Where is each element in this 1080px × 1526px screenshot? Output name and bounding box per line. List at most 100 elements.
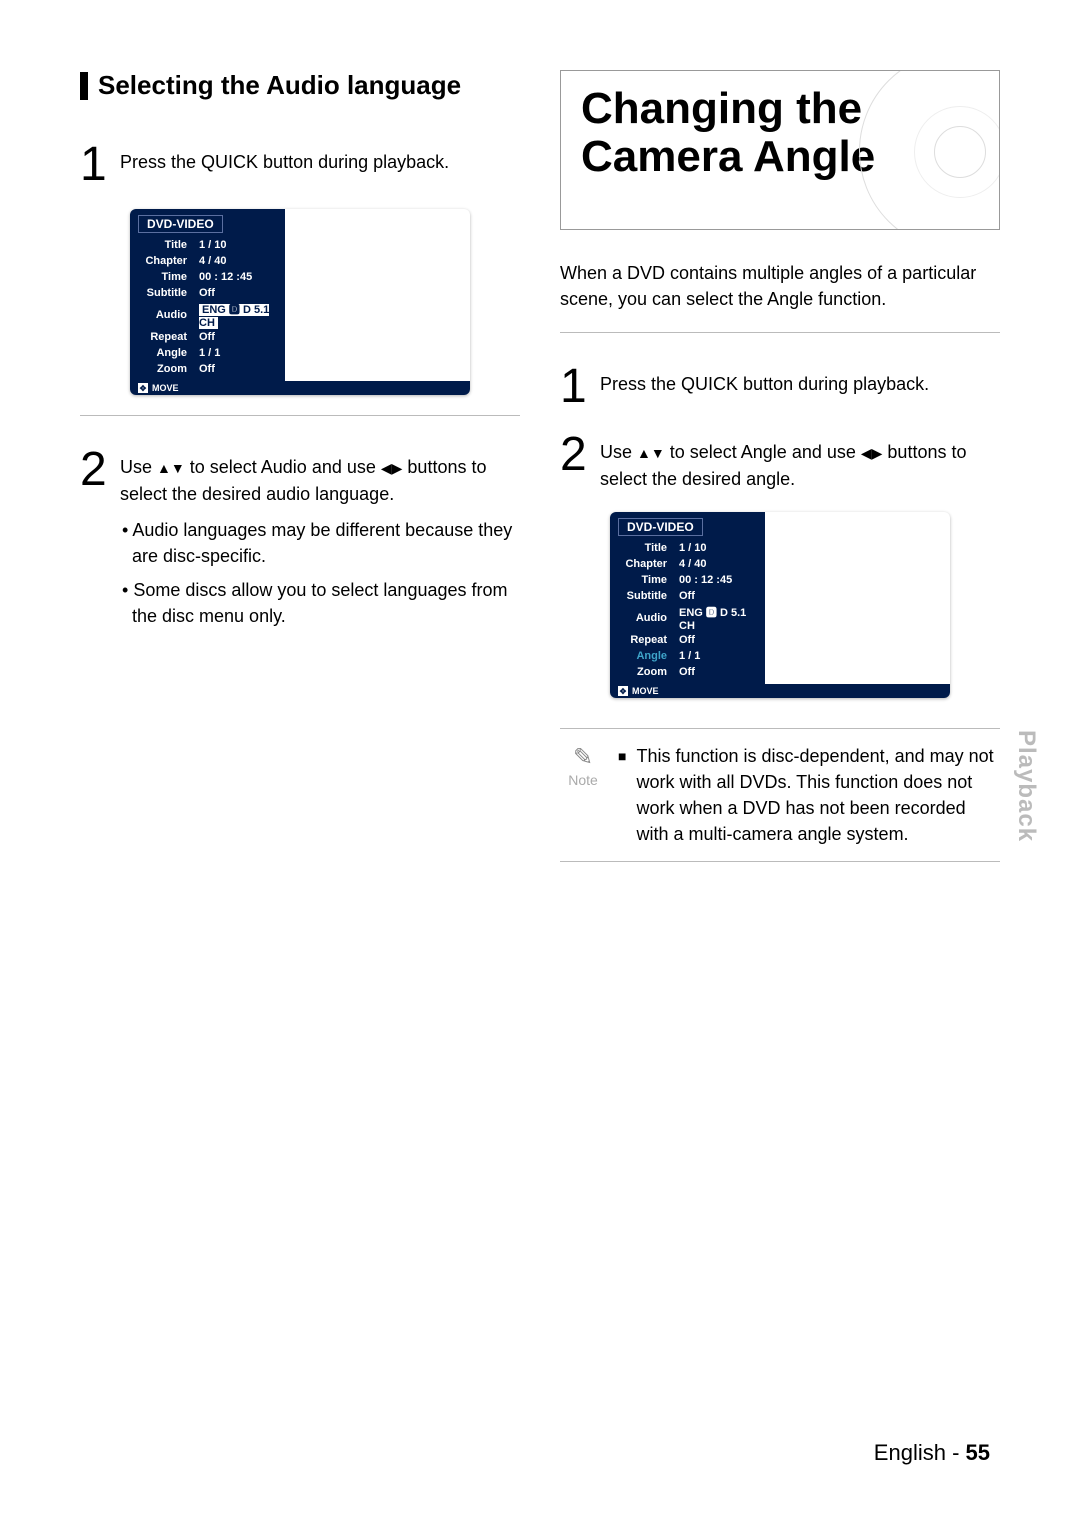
section-tab: Playback [1012,730,1040,842]
osd-row-key: Angle [138,345,193,361]
heading-accent-bar [80,72,88,100]
osd-row-key: Zoom [618,664,673,680]
osd-row-key: Chapter [138,253,193,269]
left-right-arrows-icon: ◀▶ [861,445,883,461]
bullet-item: • Audio languages may be different becau… [120,517,520,569]
osd-row-key: Angle [618,648,673,664]
osd-row: RepeatOff [138,329,288,345]
bullet-list: • Audio languages may be different becau… [120,517,520,629]
step-text-fragment: Use [600,442,637,462]
osd-row: Chapter4 / 40 [138,253,288,269]
osd-row-key: Repeat [618,632,673,648]
osd-row-value: Off [193,361,288,377]
note-block: ✎ Note ■ This function is disc-dependent… [560,728,1000,862]
osd-row: SubtitleOff [138,285,288,301]
osd-row-key: Title [138,237,193,253]
step-2: 2 Use ▲▼ to select Angle and use ◀▶ butt… [560,431,1000,492]
osd-row-value: 1 / 1 [193,345,288,361]
osd-row: ZoomOff [138,361,288,377]
step-text-fragment: Use [120,457,157,477]
title-box: Changing the Camera Angle [560,70,1000,230]
osd-row-value: Off [673,632,768,648]
bullet-text: Audio languages may be different because… [132,520,512,566]
step-text-fragment: to select Angle and use [665,442,861,462]
step-text-fragment: to select Audio and use [185,457,381,477]
osd-row-value: 1 / 10 [673,540,768,556]
osd-row-key: Subtitle [618,588,673,604]
footer-language: English [874,1440,946,1465]
step-number: 2 [560,431,600,479]
bullet-item: • Some discs allow you to select languag… [120,577,520,629]
step-1: 1 Press the QUICK button during playback… [80,141,520,189]
step-text: Use ▲▼ to select Angle and use ◀▶ button… [600,431,1000,492]
osd-row-key: Audio [618,604,673,632]
footer-sep: - [946,1440,966,1465]
heading-text: Selecting the Audio language [98,70,461,101]
osd-row-key: Zoom [138,361,193,377]
left-right-arrows-icon: ◀▶ [381,460,403,476]
osd-row: Angle1 / 1 [138,345,288,361]
step-text: Press the QUICK button during playback. [600,363,929,397]
up-down-arrows-icon: ▲▼ [637,445,665,461]
page: Selecting the Audio language 1 Press the… [0,0,1080,1526]
step-1: 1 Press the QUICK button during playback… [560,363,1000,411]
page-footer: English - 55 [874,1440,990,1466]
osd-move-hint: ✥ MOVE [130,381,470,395]
intro-text: When a DVD contains multiple angles of a… [560,260,1000,312]
osd-panel-angle: DVD-VIDEO Title1 / 10Chapter4 / 40Time00… [610,512,950,698]
osd-row: Angle1 / 1 [618,648,768,664]
osd-row: Title1 / 10 [138,237,288,253]
osd-table: Title1 / 10Chapter4 / 40Time00 : 12 :45S… [138,237,288,377]
osd-row-value: ENG 🅳 D 5.1 CH [673,604,768,632]
osd-row-value: 4 / 40 [673,556,768,572]
note-body: ■ This function is disc-dependent, and m… [618,743,1000,847]
osd-row-key: Chapter [618,556,673,572]
nav-key-icon: ✥ [138,383,148,393]
osd-row-key: Audio [138,301,193,329]
move-label: MOVE [152,383,179,393]
osd-row-value: Off [193,329,288,345]
right-column: Changing the Camera Angle When a DVD con… [560,70,1000,862]
osd-row: AudioENG 🅳 D 5.1 CH [138,301,288,329]
osd-row: RepeatOff [618,632,768,648]
step-text: Press the QUICK button during playback. [120,141,449,175]
osd-move-hint: ✥ MOVE [610,684,950,698]
osd-row: AudioENG 🅳 D 5.1 CH [618,604,768,632]
note-icon-column: ✎ Note [560,743,606,847]
page-number: 55 [966,1440,990,1465]
osd-row: Time00 : 12 :45 [138,269,288,285]
osd-row: ZoomOff [618,664,768,680]
osd-row-value: 00 : 12 :45 [193,269,288,285]
square-bullet-icon: ■ [618,743,626,847]
osd-row-value: Off [193,285,288,301]
disc-decoration-icon [859,70,1000,230]
nav-key-icon: ✥ [618,686,628,696]
osd-row-key: Title [618,540,673,556]
left-column: Selecting the Audio language 1 Press the… [80,70,520,862]
osd-row-value: 1 / 10 [193,237,288,253]
osd-row-value: Off [673,588,768,604]
osd-row-value: 4 / 40 [193,253,288,269]
up-down-arrows-icon: ▲▼ [157,460,185,476]
osd-row-key: Time [618,572,673,588]
step-number: 2 [80,446,120,494]
step-2: 2 Use ▲▼ to select Audio and use ◀▶ butt… [80,446,520,637]
osd-row: SubtitleOff [618,588,768,604]
osd-header: DVD-VIDEO [618,518,703,536]
section-subheading: Selecting the Audio language [80,70,520,101]
pencil-note-icon: ✎ [560,743,606,772]
osd-row-key: Time [138,269,193,285]
section-divider [560,332,1000,333]
osd-table: Title1 / 10Chapter4 / 40Time00 : 12 :45S… [618,540,768,680]
osd-row-value: 1 / 1 [673,648,768,664]
osd-header: DVD-VIDEO [138,215,223,233]
note-text: This function is disc-dependent, and may… [636,743,1000,847]
osd-row: Time00 : 12 :45 [618,572,768,588]
osd-row-value: 00 : 12 :45 [673,572,768,588]
osd-row: Title1 / 10 [618,540,768,556]
osd-row-key: Subtitle [138,285,193,301]
step-text: Use ▲▼ to select Audio and use ◀▶ button… [120,446,520,637]
osd-row-value: Off [673,664,768,680]
note-label: Note [560,772,606,788]
osd-row: Chapter4 / 40 [618,556,768,572]
